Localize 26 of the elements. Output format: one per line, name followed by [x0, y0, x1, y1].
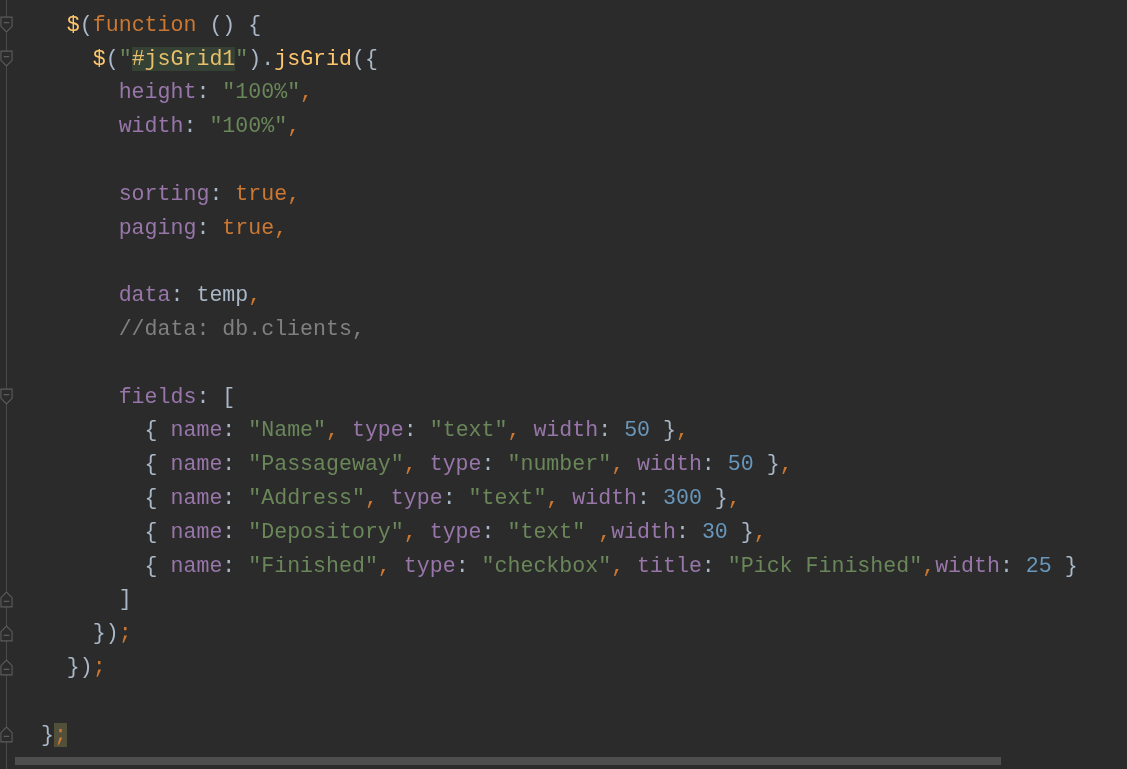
- code-line: { name: "Name", type: "text", width: 50 },: [144, 417, 689, 445]
- code-line: width: "100%",: [118, 113, 301, 141]
- code-line: });: [92, 620, 132, 648]
- code-line: { name: "Address", type: "text", width: 300 },: [144, 485, 741, 513]
- code-line: height: "100%",: [118, 79, 314, 107]
- code-line: };: [40, 721, 67, 749]
- fold-collapse-icon[interactable]: [0, 16, 13, 34]
- fold-end-icon[interactable]: [0, 624, 13, 642]
- code-line: sorting: true,: [118, 180, 301, 208]
- code-line: $("#jsGrid1").jsGrid({: [92, 45, 378, 73]
- code-line: $(function () {: [66, 11, 262, 39]
- code-line: fields: [: [118, 383, 236, 411]
- code-line: ]: [118, 586, 132, 614]
- scrollbar-thumb[interactable]: [15, 757, 1001, 765]
- fold-collapse-icon[interactable]: [0, 50, 13, 68]
- fold-collapse-icon[interactable]: [0, 388, 13, 406]
- code-line: { name: "Depository", type: "text" ,width: 30 },: [144, 518, 767, 546]
- fold-end-icon[interactable]: [0, 590, 13, 608]
- code-line: data: temp,: [118, 282, 262, 310]
- code-line: paging: true,: [118, 214, 288, 242]
- fold-end-icon[interactable]: [0, 726, 13, 744]
- code-line: //data: db.clients,: [118, 316, 365, 344]
- fold-end-icon[interactable]: [0, 658, 13, 676]
- code-line: { name: "Finished", type: "checkbox", title: "Pick Finished",width: 25 }: [144, 552, 1078, 580]
- code-line: { name: "Passageway", type: "number", width: 50 },: [144, 451, 793, 479]
- code-line: });: [66, 654, 106, 682]
